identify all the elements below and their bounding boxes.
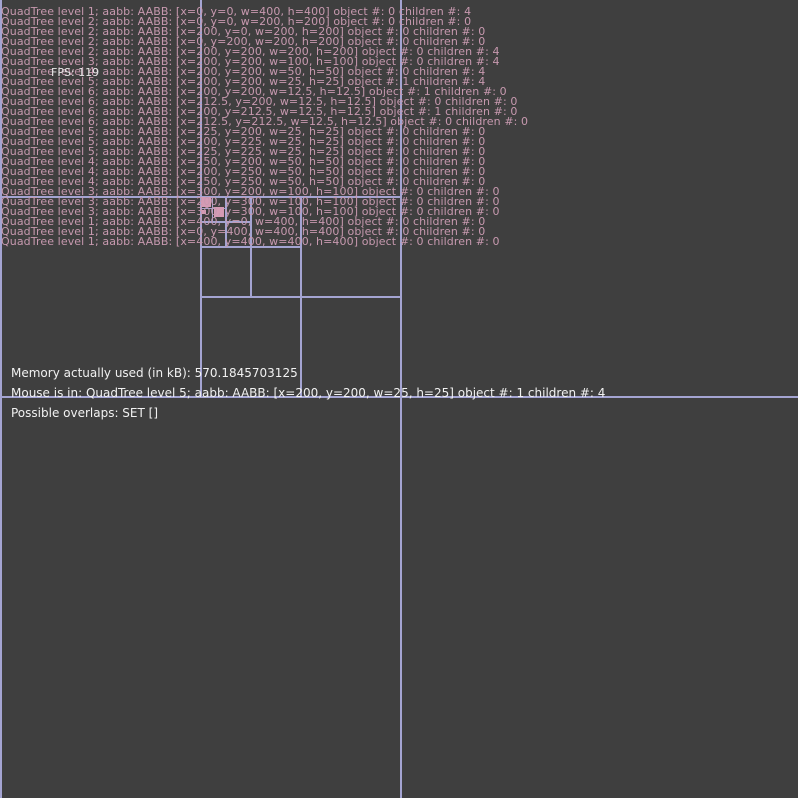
quadtree-canvas[interactable]: QuadTree level 1; aabb: AABB: [x=0, y=0,… <box>0 0 798 798</box>
mouse-location-text: Mouse is in: QuadTree level 5; aabb: AAB… <box>11 386 606 400</box>
quadtree-divider-y-300 <box>200 296 402 298</box>
quadtree-debug-line: QuadTree level 1; aabb: AABB: [x=400, y=… <box>1 235 500 248</box>
fps-counter: FPS: 119 <box>51 66 100 79</box>
possible-overlaps-text: Possible overlaps: SET [] <box>11 406 159 420</box>
quadtree-debug-list: QuadTree level 1; aabb: AABB: [x=0, y=0,… <box>1 6 528 248</box>
memory-usage-text: Memory actually used (in kB): 570.184570… <box>11 366 298 380</box>
